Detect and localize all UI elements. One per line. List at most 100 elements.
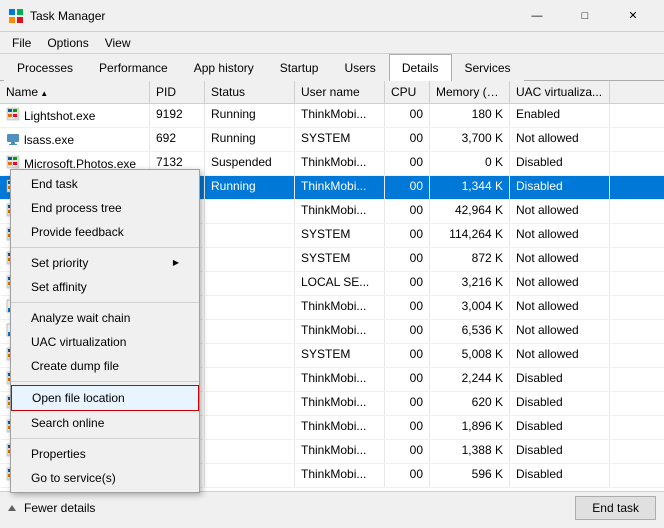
process-user: SYSTEM xyxy=(295,128,385,151)
table-row[interactable]: lsass.exe692RunningSYSTEM003,700 KNot al… xyxy=(0,128,664,152)
process-uac: Not allowed xyxy=(510,128,610,151)
process-memory: 6,536 K xyxy=(430,320,510,343)
fewer-details-button[interactable]: Fewer details xyxy=(8,501,95,515)
process-status: Running xyxy=(205,176,295,199)
process-user: ThinkMobi... xyxy=(295,104,385,127)
process-user: ThinkMobi... xyxy=(295,368,385,391)
process-cpu: 00 xyxy=(385,368,430,391)
process-status xyxy=(205,416,295,439)
ctx-set-affinity[interactable]: Set affinity xyxy=(11,275,199,299)
process-uac: Disabled xyxy=(510,368,610,391)
process-cpu: 00 xyxy=(385,320,430,343)
process-user: ThinkMobi... xyxy=(295,320,385,343)
col-name[interactable]: Name xyxy=(0,81,150,103)
ctx-uac-virtualization[interactable]: UAC virtualization xyxy=(11,330,199,354)
table-header: Name PID Status User name CPU Memory (a.… xyxy=(0,81,664,104)
process-uac: Disabled xyxy=(510,392,610,415)
process-cpu: 00 xyxy=(385,272,430,295)
close-button[interactable]: ✕ xyxy=(610,6,656,26)
process-memory: 0 K xyxy=(430,152,510,175)
process-user: SYSTEM xyxy=(295,344,385,367)
ctx-provide-feedback[interactable]: Provide feedback xyxy=(11,220,199,244)
ctx-end-process-tree[interactable]: End process tree xyxy=(11,196,199,220)
ctx-properties[interactable]: Properties xyxy=(11,442,199,466)
app-icon xyxy=(8,8,24,24)
ctx-sep-4 xyxy=(11,438,199,439)
process-status xyxy=(205,344,295,367)
process-name: lsass.exe xyxy=(24,133,74,147)
process-name-cell: lsass.exe xyxy=(0,128,150,151)
process-memory: 3,700 K xyxy=(430,128,510,151)
menu-file[interactable]: File xyxy=(4,34,39,52)
process-name: Lightshot.exe xyxy=(24,109,95,123)
col-user[interactable]: User name xyxy=(295,81,385,103)
process-cpu: 00 xyxy=(385,200,430,223)
process-memory: 1,388 K xyxy=(430,440,510,463)
col-pid[interactable]: PID xyxy=(150,81,205,103)
process-status xyxy=(205,440,295,463)
process-memory: 3,216 K xyxy=(430,272,510,295)
process-name-cell: Lightshot.exe xyxy=(0,104,150,127)
process-status: Running xyxy=(205,104,295,127)
process-cpu: 00 xyxy=(385,416,430,439)
tab-details[interactable]: Details xyxy=(389,54,452,81)
menu-view[interactable]: View xyxy=(97,34,139,52)
maximize-button[interactable]: □ xyxy=(562,6,608,26)
process-status: Suspended xyxy=(205,152,295,175)
tab-processes[interactable]: Processes xyxy=(4,54,86,81)
process-memory: 1,896 K xyxy=(430,416,510,439)
process-user: ThinkMobi... xyxy=(295,296,385,319)
process-user: SYSTEM xyxy=(295,224,385,247)
col-cpu[interactable]: CPU xyxy=(385,81,430,103)
process-memory: 620 K xyxy=(430,392,510,415)
process-uac: Disabled xyxy=(510,152,610,175)
process-uac: Not allowed xyxy=(510,272,610,295)
menu-options[interactable]: Options xyxy=(39,34,96,52)
tab-app-history[interactable]: App history xyxy=(181,54,267,81)
col-memory[interactable]: Memory (a... xyxy=(430,81,510,103)
tab-users[interactable]: Users xyxy=(331,54,388,81)
process-status xyxy=(205,248,295,271)
process-uac: Not allowed xyxy=(510,296,610,319)
ctx-create-dump-file[interactable]: Create dump file xyxy=(11,354,199,378)
minimize-button[interactable]: — xyxy=(514,6,560,26)
table-row[interactable]: Lightshot.exe9192RunningThinkMobi...0018… xyxy=(0,104,664,128)
end-task-button[interactable]: End task xyxy=(575,496,656,520)
process-cpu: 00 xyxy=(385,152,430,175)
tab-performance[interactable]: Performance xyxy=(86,54,181,81)
process-status xyxy=(205,200,295,223)
process-memory: 180 K xyxy=(430,104,510,127)
process-memory: 2,244 K xyxy=(430,368,510,391)
process-cpu: 00 xyxy=(385,128,430,151)
ctx-set-priority[interactable]: Set priority xyxy=(11,251,199,275)
process-memory: 3,004 K xyxy=(430,296,510,319)
process-uac: Not allowed xyxy=(510,344,610,367)
process-cpu: 00 xyxy=(385,440,430,463)
process-pid: 692 xyxy=(150,128,205,151)
ctx-analyze-wait-chain[interactable]: Analyze wait chain xyxy=(11,306,199,330)
tab-services[interactable]: Services xyxy=(452,54,524,81)
col-uac[interactable]: UAC virtualiza... xyxy=(510,81,610,103)
ctx-open-file-location[interactable]: Open file location xyxy=(11,385,199,411)
ctx-go-to-service[interactable]: Go to service(s) xyxy=(11,466,199,490)
process-cpu: 00 xyxy=(385,344,430,367)
process-user: ThinkMobi... xyxy=(295,200,385,223)
bottom-bar: Fewer details End task xyxy=(0,491,664,523)
process-cpu: 00 xyxy=(385,464,430,487)
process-uac: Not allowed xyxy=(510,320,610,343)
process-user: LOCAL SE... xyxy=(295,272,385,295)
process-user: ThinkMobi... xyxy=(295,176,385,199)
process-user: ThinkMobi... xyxy=(295,464,385,487)
process-memory: 596 K xyxy=(430,464,510,487)
ctx-end-task[interactable]: End task xyxy=(11,172,199,196)
process-memory: 42,964 K xyxy=(430,200,510,223)
process-user: SYSTEM xyxy=(295,248,385,271)
ctx-sep-3 xyxy=(11,381,199,382)
window-controls: — □ ✕ xyxy=(514,6,656,26)
col-status[interactable]: Status xyxy=(205,81,295,103)
tab-startup[interactable]: Startup xyxy=(267,54,332,81)
process-uac: Disabled xyxy=(510,416,610,439)
process-cpu: 00 xyxy=(385,224,430,247)
arrow-up-icon xyxy=(8,505,16,511)
ctx-search-online[interactable]: Search online xyxy=(11,411,199,435)
